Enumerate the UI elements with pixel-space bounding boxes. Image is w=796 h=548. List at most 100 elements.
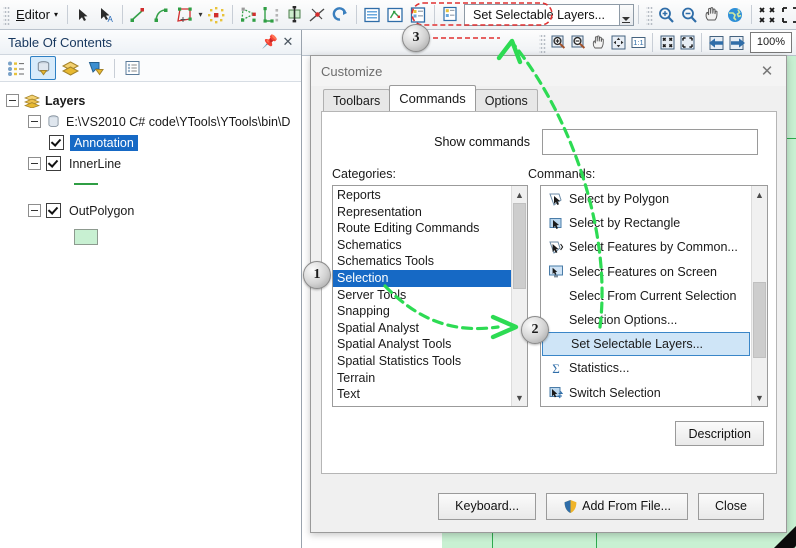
category-item[interactable]: Representation — [333, 204, 511, 221]
description-button[interactable]: Description — [675, 421, 764, 446]
list-by-visibility-button[interactable] — [58, 57, 82, 79]
layout-zoom-out-button[interactable] — [568, 31, 588, 54]
fixed-zoom-in-page-button[interactable] — [657, 31, 677, 54]
pan-tool-button[interactable] — [701, 3, 724, 26]
editor-toolbar[interactable]: Editor ▾ A ▾ Set Selectable Layers... — [0, 0, 796, 30]
toc-options-button[interactable] — [121, 57, 145, 79]
zoom-whole-page-button[interactable] — [608, 31, 628, 54]
go-forward-layout-button[interactable] — [726, 31, 746, 54]
arc-segment-button[interactable] — [150, 3, 173, 26]
categories-listbox[interactable]: Reports Representation Route Editing Com… — [332, 185, 528, 407]
tree-node-workspace[interactable]: E:\VS2010 C# code\YTools\YTools\bin\D — [0, 111, 301, 132]
layer-label-outpolygon[interactable]: OutPolygon — [67, 204, 136, 218]
dialog-title-bar[interactable]: Customize ✕ — [311, 56, 786, 86]
scroll-thumb[interactable] — [753, 282, 766, 358]
command-item[interactable]: Select by Rectangle — [541, 211, 751, 235]
layer-checkbox-annotation[interactable] — [49, 135, 64, 150]
edit-annotation-tool-button[interactable]: A — [95, 3, 118, 26]
expander-icon[interactable] — [28, 157, 41, 170]
scroll-down-icon[interactable]: ▼ — [752, 390, 767, 405]
layer-label-annotation[interactable]: Annotation — [70, 134, 138, 151]
layout-toolbar[interactable]: 1:1 100% — [302, 30, 796, 56]
category-item[interactable]: Spatial Analyst — [333, 320, 511, 337]
layer-checkbox-outpolygon[interactable] — [46, 203, 61, 218]
command-item[interactable]: Select Features by Common... — [541, 235, 751, 259]
create-features-button[interactable] — [407, 3, 430, 26]
zoom-100-percent-button[interactable]: 1:1 — [628, 31, 648, 54]
scroll-thumb[interactable] — [513, 203, 526, 289]
editor-menu-button[interactable]: Editor ▾ — [12, 2, 63, 28]
command-item[interactable]: Select by Polygon — [541, 187, 751, 211]
command-item[interactable]: Select Features on Screen — [541, 260, 751, 284]
layout-zoom-in-button[interactable] — [548, 31, 568, 54]
full-extent-button[interactable] — [724, 3, 747, 26]
layer-label-innerline[interactable]: InnerLine — [67, 157, 123, 171]
category-item[interactable]: Reports — [333, 187, 511, 204]
add-from-file-button[interactable]: Add From File... — [546, 492, 689, 520]
toolbar-grip[interactable] — [645, 4, 653, 25]
dialog-tabs[interactable]: Toolbars Commands Options — [311, 85, 786, 111]
fixed-zoom-in-button[interactable] — [756, 3, 779, 26]
scroll-down-icon[interactable]: ▼ — [512, 390, 527, 405]
category-item[interactable]: Snapping — [333, 303, 511, 320]
show-commands-input[interactable] — [542, 129, 758, 155]
fixed-zoom-out-button[interactable] — [779, 3, 796, 26]
tab-options[interactable]: Options — [474, 89, 538, 111]
close-icon[interactable]: ✕ — [754, 60, 780, 82]
list-by-drawing-order-button[interactable] — [4, 57, 28, 79]
command-item-set-selectable-layers[interactable]: Set Selectable Layers... — [542, 332, 750, 357]
set-selectable-layers-combo[interactable]: Set Selectable Layers... — [463, 3, 634, 26]
pin-icon[interactable]: 📌 — [261, 33, 279, 51]
categories-scrollbar[interactable]: ▲ ▼ — [511, 186, 527, 406]
category-item[interactable]: Text — [333, 386, 511, 403]
trace-tool-button[interactable] — [173, 3, 196, 26]
commands-scrollbar[interactable]: ▲ ▼ — [751, 186, 767, 406]
fixed-zoom-out-page-button[interactable] — [677, 31, 697, 54]
commands-list[interactable]: Select by Polygon Select by Rectangle Se… — [541, 186, 751, 406]
toc-toolbar[interactable] — [0, 55, 301, 82]
expander-icon[interactable] — [28, 204, 41, 217]
edit-vertices-button[interactable] — [329, 3, 352, 26]
category-item[interactable]: Route Editing Commands — [333, 220, 511, 237]
category-item[interactable]: Schematics Tools — [333, 253, 511, 270]
chevron-down-icon[interactable]: ▾ — [196, 3, 205, 26]
list-by-source-button[interactable] — [30, 56, 56, 80]
close-button[interactable]: Close — [698, 492, 764, 520]
straight-segment-button[interactable] — [127, 3, 150, 26]
command-item[interactable]: Σ Statistics... — [541, 356, 751, 380]
tree-node-annotation[interactable]: Annotation — [0, 132, 301, 153]
layers-tree[interactable]: Layers E:\VS2010 C# code\YTools\YTools\b… — [0, 82, 301, 247]
category-item-selection[interactable]: Selection — [333, 269, 511, 287]
edit-tool-button[interactable] — [72, 3, 95, 26]
split-tool-button[interactable] — [306, 3, 329, 26]
category-item[interactable]: Server Tools — [333, 287, 511, 304]
combo-dropdown-arrow[interactable] — [618, 3, 634, 26]
layer-checkbox-innerline[interactable] — [46, 156, 61, 171]
layout-pan-button[interactable] — [588, 31, 608, 54]
toolbar-grip[interactable] — [3, 4, 10, 25]
zoom-in-tool-button[interactable] — [655, 3, 678, 26]
close-icon[interactable]: ✕ — [279, 33, 297, 51]
command-combo-icon-button[interactable] — [439, 3, 462, 26]
tab-toolbars[interactable]: Toolbars — [323, 89, 391, 111]
scroll-up-icon[interactable]: ▲ — [512, 187, 527, 202]
expander-icon[interactable] — [28, 115, 41, 128]
category-item[interactable]: Terrain — [333, 370, 511, 387]
cut-polygons-button[interactable] — [260, 3, 283, 26]
table-of-contents-panel[interactable]: Table Of Contents 📌 ✕ Layers E:\VS2010 C… — [0, 30, 302, 548]
rotate-tool-button[interactable] — [283, 3, 306, 26]
tree-node-layers[interactable]: Layers — [0, 90, 301, 111]
category-item[interactable]: Schematics — [333, 237, 511, 254]
tab-commands[interactable]: Commands — [389, 85, 476, 111]
toolbar-grip[interactable] — [539, 32, 546, 53]
tree-node-innerline[interactable]: InnerLine — [0, 153, 301, 174]
reshape-feature-button[interactable] — [237, 3, 260, 26]
go-back-layout-button[interactable] — [706, 31, 726, 54]
sketch-properties-button[interactable] — [384, 3, 407, 26]
command-item[interactable]: Selection Options... — [541, 308, 751, 332]
list-by-selection-button[interactable] — [84, 57, 108, 79]
category-item[interactable]: Spatial Analyst Tools — [333, 336, 511, 353]
modify-feature-button[interactable] — [205, 3, 228, 26]
category-item[interactable]: Spatial Statistics Tools — [333, 353, 511, 370]
expander-icon[interactable] — [6, 94, 19, 107]
